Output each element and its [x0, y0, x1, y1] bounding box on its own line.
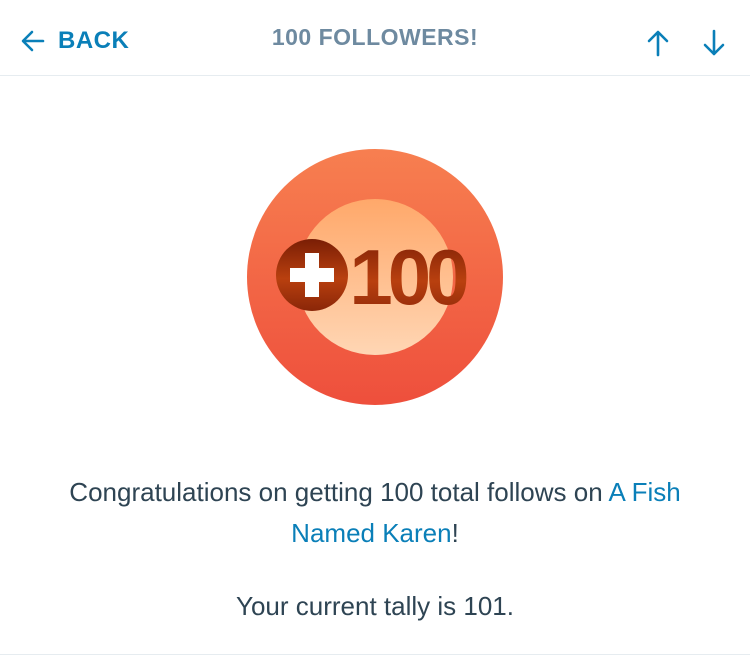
message-prefix: Congratulations on getting 100 total fol…: [69, 477, 609, 507]
achievement-badge: 100: [247, 149, 503, 405]
tally-text: Your current tally is 101.: [236, 591, 514, 621]
badge-number: 100: [349, 233, 467, 321]
notification-navigation: [644, 28, 728, 58]
previous-button[interactable]: [644, 28, 672, 58]
back-button[interactable]: BACK: [20, 24, 129, 58]
message-suffix: !: [451, 518, 459, 548]
arrow-left-icon: [21, 30, 45, 52]
top-navigation-bar: BACK 100 FOLLOWERS!: [0, 0, 750, 76]
next-button[interactable]: [700, 28, 728, 58]
arrow-down-icon: [703, 29, 725, 56]
divider: [0, 654, 750, 655]
back-label: BACK: [58, 27, 130, 54]
arrow-up-icon: [647, 30, 669, 57]
congratulations-message: Congratulations on getting 100 total fol…: [40, 472, 710, 554]
plus-icon: [276, 239, 348, 311]
